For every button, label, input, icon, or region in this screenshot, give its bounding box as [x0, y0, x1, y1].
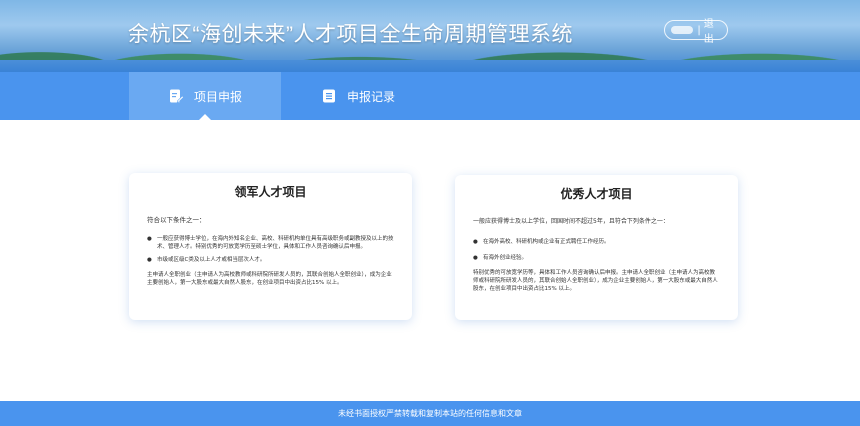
- username-redacted: [671, 26, 694, 34]
- card-intro: 一般应获得博士及以上学位，回国时间不超过5年，且符合下列条件之一：: [473, 218, 669, 225]
- tab-apply-records-label: 申报记录: [346, 89, 395, 104]
- tab-bar: 项目申报 申报记录: [0, 72, 860, 120]
- banner-water: [0, 60, 860, 72]
- card-title: 领军人才项目: [234, 185, 307, 199]
- footer: 未经书面授权严禁转载和复制本站的任何信息和文章: [0, 401, 860, 426]
- page-title: 余杭区“海创未来”人才项目全生命周期管理系统: [128, 23, 573, 46]
- card-note: 主申请人全职创业（主申请人为高校教师或科研院所研发人员的，其联合创始人全职创业）…: [147, 271, 392, 286]
- excellent-talent-card[interactable]: 优秀人才项目 一般应获得博士及以上学位，回国时间不超过5年，且符合下列条件之一：…: [455, 175, 738, 320]
- user-logout-box[interactable]: | 退出: [664, 19, 728, 45]
- list-item: ● 市级或区级C类及以上人才或相当层次人才。: [147, 256, 266, 263]
- criteria-list: ● 一般应获得博士学位，在海内外知名企业、高校、科研机构单位具有高级职务或副教授及…: [147, 236, 394, 265]
- tab-project-apply-label: 项目申报: [193, 89, 242, 104]
- card-title: 优秀人才项目: [560, 187, 633, 201]
- tab-apply-records[interactable]: 申报记录: [282, 72, 434, 120]
- list-item: ● 有海外创业经验。: [473, 254, 528, 261]
- footer-text: 未经书面授权严禁转载和复制本站的任何信息和文章: [338, 409, 522, 418]
- card-note: 特别优秀的可放宽学历等，具体和工作人员咨询确认后申报。主申请人全职创业（主申请人…: [473, 269, 718, 292]
- criteria-list: ● 在海外高校、科研机构或企业有正式聘任工作经历。 ● 有海外创业经验。: [473, 239, 720, 263]
- card-intro: 符合以下条件之一：: [147, 216, 206, 224]
- leading-talent-card[interactable]: 领军人才项目 符合以下条件之一： ● 一般应获得博士学位，在海内外知名企业、高校、…: [129, 173, 412, 320]
- list-item: ● 在海外高校、科研机构或企业有正式聘任工作经历。: [473, 239, 610, 245]
- list-item: ● 一般应获得博士学位，在海内外知名企业、高校、科研机构单位具有高级职务或副教授及…: [147, 236, 394, 250]
- tab-project-apply[interactable]: 项目申报: [129, 72, 281, 120]
- separator: |: [697, 24, 701, 36]
- edit-document-icon: [169, 89, 184, 103]
- logout-button[interactable]: 退出: [704, 15, 721, 45]
- list-record-icon: [322, 89, 335, 103]
